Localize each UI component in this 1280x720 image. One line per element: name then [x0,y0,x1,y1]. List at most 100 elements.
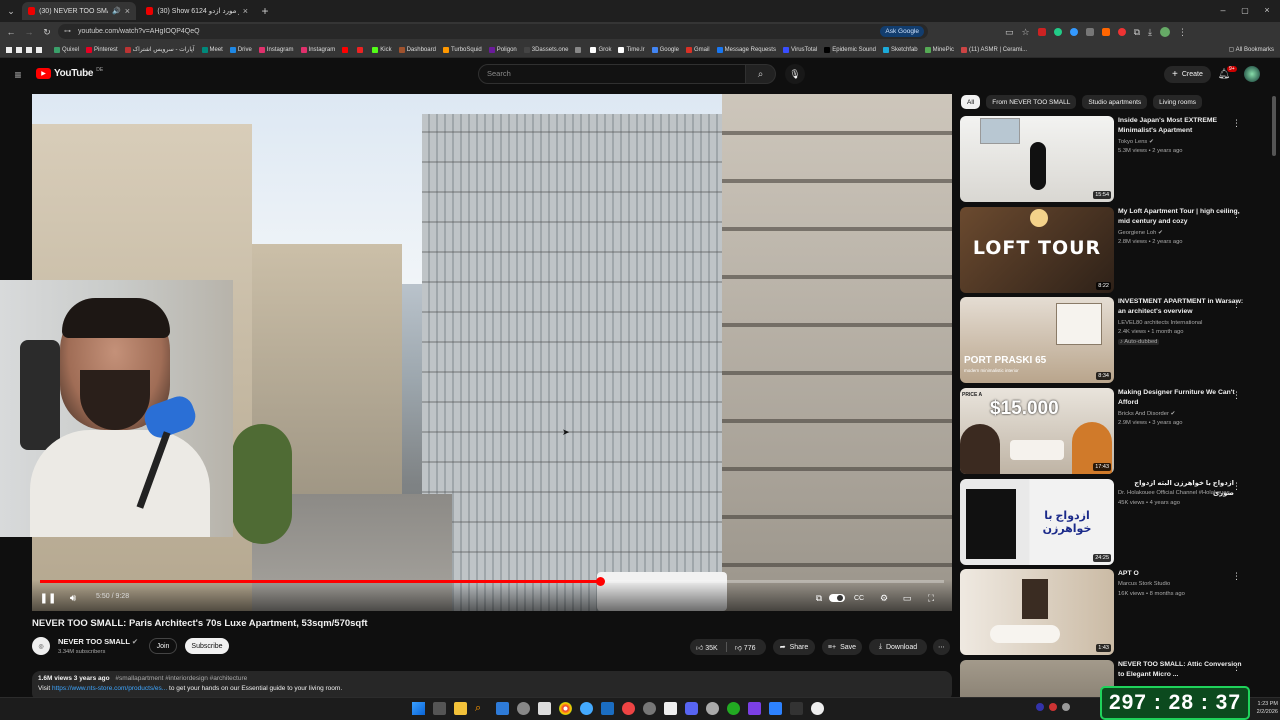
app-icon[interactable] [664,702,677,715]
bookmark-item[interactable]: Gmail [685,46,710,53]
bookmark-item[interactable]: Grok [590,46,611,53]
task-view-icon[interactable] [433,702,446,715]
ask-google-button[interactable]: Ask Google [880,26,924,37]
extension-icon[interactable] [1037,28,1046,36]
bookmark-item[interactable]: Sketchfab [882,46,918,53]
extension-icon[interactable] [1101,28,1110,36]
app-icon[interactable] [580,702,593,715]
bookmark-item[interactable]: VirusTotal [782,46,817,53]
pause-icon[interactable]: ❚❚ [40,591,57,605]
chip-all[interactable]: All [961,95,981,109]
bookmark-item[interactable] [342,46,350,53]
download-button[interactable]: ⤓ Download [869,639,927,655]
bookmark-item[interactable]: Dashboard [398,46,436,53]
recommendation-thumbnail[interactable]: PRICE A $15.000 17:43 [960,388,1114,474]
recommendation-item[interactable]: PORT PRASKI 65 modern minimalistic inter… [960,297,1266,385]
extension-icon[interactable] [1085,28,1094,36]
theater-mode-icon[interactable]: ▭ [900,591,914,605]
hashtags[interactable]: #smallapartment #interiordesign #archite… [115,675,247,682]
bookmark-star-icon[interactable]: ☆ [1022,27,1030,38]
steam-icon[interactable] [601,702,614,715]
app-icon[interactable] [748,702,761,715]
hamburger-menu-icon[interactable]: ≡ [10,67,26,83]
recommendation-thumbnail[interactable]: LOFT TOUR 8:22 [960,207,1114,293]
description-link[interactable]: https://www.nts-store.com/products/es... [52,685,167,692]
bookmark-item[interactable]: Kick [372,46,392,53]
windows-start-icon[interactable] [412,702,425,715]
search-button[interactable]: ⌕ [746,64,776,84]
search-icon[interactable]: ⌕ [475,702,488,715]
discord-icon[interactable] [685,702,698,715]
recommendation-thumbnail[interactable]: ازدواج با خواهرزن 24:25 [960,479,1114,565]
bookmark-app-icon[interactable] [26,46,32,53]
recommendation-thumbnail[interactable]: 1:43 [960,569,1114,655]
tab-show-6124[interactable]: (30) Show 6124 آنها در مورد ازدو × [140,2,254,20]
bookmark-item[interactable]: Google [651,46,679,53]
bookmark-item[interactable]: Epidemic Sound [824,46,876,53]
bookmark-item[interactable]: Instagram [258,46,294,53]
tab-search-icon[interactable]: ⌄ [4,4,18,18]
file-explorer-icon[interactable] [454,702,467,715]
close-tab-icon[interactable]: × [125,6,130,16]
more-vertical-icon[interactable]: ⋮ [1232,481,1241,492]
save-button[interactable]: ≡+ Save [822,639,862,655]
recommendation-item[interactable]: PRICE A $15.000 17:43 Making Designer Fu… [960,388,1266,476]
more-vertical-icon[interactable]: ⋮ [1232,299,1241,310]
extension-icon[interactable] [1117,28,1126,36]
bookmark-item[interactable]: Pinterest [86,46,118,53]
menu-icon[interactable]: ⋮ [1178,27,1187,38]
bookmark-item[interactable] [575,46,583,53]
channel-avatar[interactable]: ◎ [32,637,50,655]
cast-icon[interactable]: ▭ [1005,27,1014,38]
more-vertical-icon[interactable]: ⋮ [1232,571,1241,582]
obs-icon[interactable] [811,702,824,715]
bookmark-item[interactable]: آپارات - سرویس اشتراک [124,46,195,53]
dislike-button[interactable]: 👎︎ 776 [735,643,756,652]
bookmark-app-icon[interactable] [6,46,12,53]
app-icon[interactable] [538,702,551,715]
more-actions-button[interactable]: ⋯ [933,639,950,655]
extension-icon[interactable] [1069,28,1078,36]
account-avatar[interactable] [1244,66,1260,82]
channel-name[interactable]: NEVER TOO SMALL ✔ [58,637,138,646]
maximize-icon[interactable]: ▢ [1236,3,1254,17]
youtube-logo[interactable]: ▶ YouTube DE [36,67,103,79]
share-button[interactable]: ➦ Share [773,639,815,655]
tab-never-too-small[interactable]: (30) NEVER TOO SMALL: Pa 🔊 × [22,2,136,20]
bookmark-item[interactable]: Instagram [300,46,335,53]
tray-icon[interactable] [1062,703,1070,711]
app-icon[interactable] [790,702,803,715]
bookmark-item[interactable]: Quixel [54,46,79,53]
join-button[interactable]: Join [149,638,177,654]
recommendation-item[interactable]: 15:54 Inside Japan's Most EXTREME Minima… [960,116,1266,204]
downloads-icon[interactable]: ⤓ [1148,27,1152,38]
bookmark-item[interactable]: 3Dassets.one [523,46,568,53]
bookmark-item[interactable]: Time.lr [618,46,645,53]
chip-studio-apartments[interactable]: Studio apartments [1082,95,1148,109]
address-bar[interactable]: ⊶ youtube.com/watch?v=AHgIOQP4QeQ Ask Go… [58,24,928,39]
chip-living-rooms[interactable]: Living rooms [1153,95,1202,109]
settings-icon[interactable] [517,702,530,715]
voice-search-button[interactable]: 🎙︎ [785,64,805,84]
site-info-icon[interactable]: ⊶ [64,24,71,39]
miniplayer-icon[interactable]: ⧉ [812,591,826,605]
captions-icon[interactable]: CC [852,591,866,605]
more-vertical-icon[interactable]: ⋮ [1232,118,1241,129]
app-icon[interactable] [769,702,782,715]
autoplay-toggle[interactable] [829,594,845,602]
app-icon[interactable] [643,702,656,715]
minimize-icon[interactable]: – [1214,3,1232,17]
volume-icon[interactable]: 🔊︎ [66,591,80,605]
reload-icon[interactable]: ↻ [40,25,54,39]
recommendation-thumbnail[interactable]: PORT PRASKI 65 modern minimalistic inter… [960,297,1114,383]
more-vertical-icon[interactable]: ⋮ [1232,390,1241,401]
new-tab-icon[interactable]: + [258,4,272,18]
back-icon[interactable]: ← [4,25,18,39]
system-clock[interactable]: 1:23 PM 2/2/2026 [1250,700,1278,716]
forward-icon[interactable]: → [22,25,36,39]
bookmark-item[interactable]: MinePic [924,46,954,53]
bookmark-item[interactable]: Message Requests [716,46,776,53]
recommendation-thumbnail[interactable] [960,660,1114,697]
close-window-icon[interactable]: × [1258,3,1276,17]
more-vertical-icon[interactable]: ⋮ [1232,662,1241,673]
